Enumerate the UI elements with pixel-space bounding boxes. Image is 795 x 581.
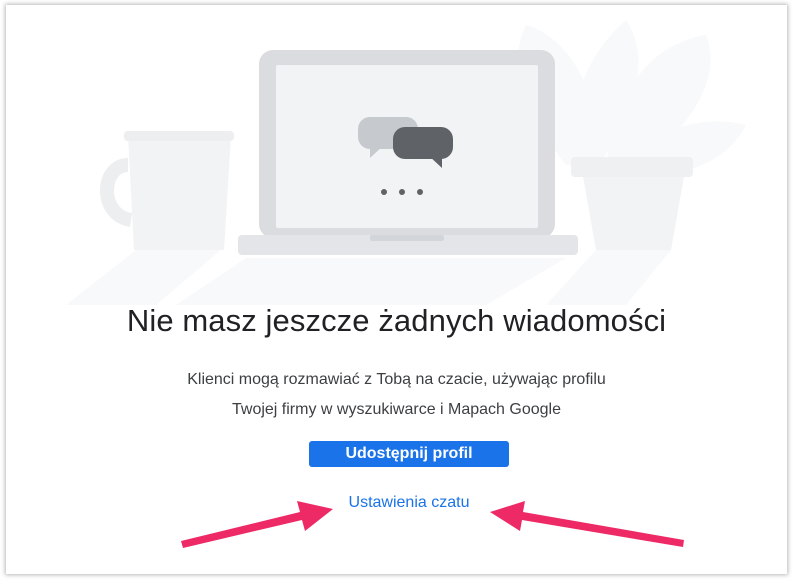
empty-state-description: Klienci mogą rozmawiać z Tobą na czacie,…	[6, 365, 787, 425]
share-profile-button[interactable]: Udostępnij profil	[309, 441, 509, 467]
description-line-2: Twojej firmy w wyszukiwarce i Mapach Goo…	[232, 401, 561, 418]
description-line-1: Klienci mogą rozmawiać z Tobą na czacie,…	[187, 371, 606, 388]
chat-empty-state-panel: Nie masz jeszcze żadnych wiadomości Klie…	[6, 5, 787, 574]
empty-chat-illustration	[66, 20, 746, 305]
laptop-icon	[176, 50, 578, 305]
chat-settings-link[interactable]: Ustawienia czatu	[6, 494, 787, 512]
empty-state-title: Nie masz jeszcze żadnych wiadomości	[126, 303, 667, 338]
mug-icon	[66, 131, 234, 305]
